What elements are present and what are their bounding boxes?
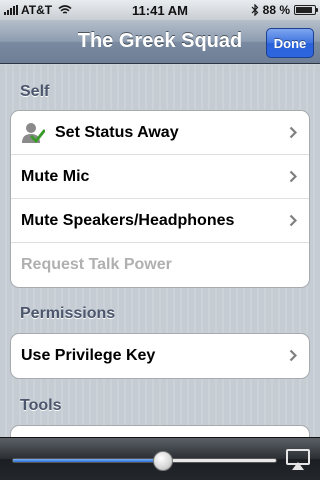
chevron-right-icon <box>289 214 297 227</box>
row-set-status-away[interactable]: Set Status Away <box>11 111 309 155</box>
page-title: The Greek Squad <box>77 30 243 52</box>
wifi-icon <box>58 5 72 14</box>
status-left: AT&T <box>4 3 114 17</box>
chevron-right-icon <box>289 126 297 139</box>
row-mute-speakers[interactable]: Mute Speakers/Headphones <box>11 199 309 243</box>
volume-slider-thumb[interactable] <box>152 451 173 471</box>
signal-strength-icon <box>4 5 18 15</box>
group-self: Set Status Away Mute Mic Mute Speakers/H… <box>10 110 310 288</box>
settings-list[interactable]: Self Set Status Away Mute Mic Mute Speak… <box>0 65 320 437</box>
group-permissions: Use Privilege Key <box>10 333 310 379</box>
section-header-tools: Tools <box>20 397 62 414</box>
nav-bar: The Greek Squad Done <box>0 20 320 64</box>
user-check-icon <box>22 122 45 143</box>
chevron-right-icon <box>289 170 297 183</box>
battery-level <box>296 7 312 13</box>
carrier-label: AT&T <box>21 3 53 17</box>
status-bar: AT&T 11:41 AM 88 % <box>0 0 320 20</box>
section-header-permissions: Permissions <box>20 305 116 322</box>
section-header-self: Self <box>20 83 50 100</box>
row-label: Mute Speakers/Headphones <box>21 211 235 229</box>
row-mute-mic[interactable]: Mute Mic <box>11 155 309 199</box>
battery-icon <box>294 5 318 15</box>
status-time: 11:41 AM <box>132 2 188 18</box>
row-use-privilege-key[interactable]: Use Privilege Key <box>11 334 309 378</box>
chevron-right-icon <box>289 349 297 362</box>
volume-slider-fill <box>13 459 163 462</box>
row-label: Request Talk Power <box>21 256 172 273</box>
row-request-talk-power: Request Talk Power <box>11 243 309 287</box>
airplay-icon[interactable] <box>286 449 310 471</box>
group-tools <box>10 425 310 437</box>
battery-percent: 88 % <box>262 3 290 17</box>
done-button[interactable]: Done <box>266 28 314 58</box>
row-label: Use Privilege Key <box>21 347 156 364</box>
row-label: Set Status Away <box>55 123 179 141</box>
status-right: 88 % <box>206 3 318 17</box>
volume-slider[interactable] <box>12 451 277 471</box>
volume-bar <box>0 437 320 480</box>
bluetooth-icon <box>251 4 258 16</box>
row-label: Mute Mic <box>21 167 90 185</box>
